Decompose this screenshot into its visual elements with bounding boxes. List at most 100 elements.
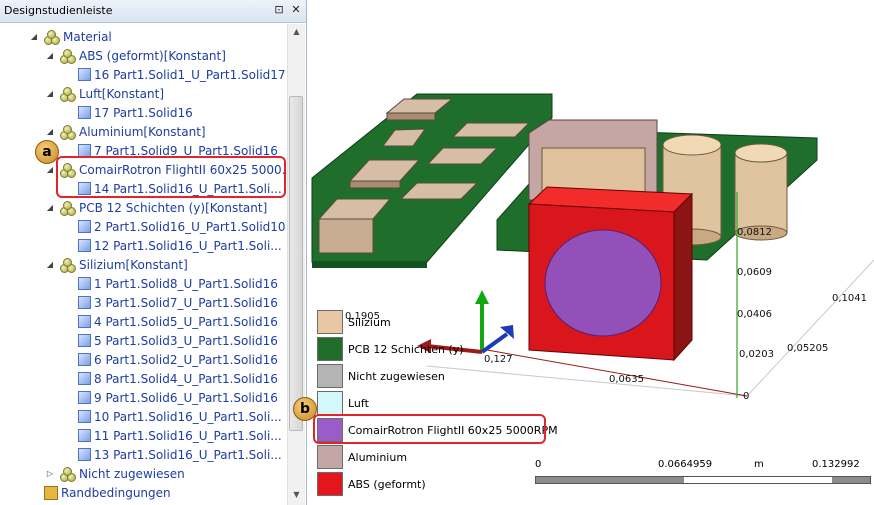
scale-unit: m (754, 459, 764, 470)
tree-label: 5 Part1.Solid3_U_Part1.Solid16 (94, 333, 278, 348)
collapse-icon[interactable]: ◢ (30, 32, 38, 41)
tree-node-solid[interactable]: 4 Part1.Solid5_U_Part1.Solid16 (78, 312, 278, 331)
legend-swatch (317, 391, 343, 415)
expand-icon[interactable]: ▷ (46, 469, 54, 478)
tree-node-material-group[interactable]: ◢ Silizium[Konstant] (46, 255, 188, 274)
scroll-down-icon[interactable]: ▼ (291, 490, 302, 501)
legend-label: Aluminium (348, 450, 408, 464)
legend-item: PCB 12 Schichten (y) (317, 337, 464, 361)
collapse-icon[interactable]: ◢ (46, 203, 54, 212)
tree-node-material-group[interactable]: ◢ Aluminium[Konstant] (46, 122, 206, 141)
legend-label: Luft (348, 396, 369, 410)
tree-label: 9 Part1.Solid6_U_Part1.Solid16 (94, 390, 278, 405)
tree-label: 1 Part1.Solid8_U_Part1.Solid16 (94, 276, 278, 291)
tree-label: 10 Part1.Solid16_U_Part1.Soli... (94, 409, 282, 424)
tree-label: PCB 12 Schichten (y)[Konstant] (79, 200, 268, 215)
pcb-left-edge (312, 262, 427, 268)
tree-node-solid[interactable]: 13 Part1.Solid16_U_Part1.Soli... (78, 445, 282, 464)
collapse-icon[interactable]: ◢ (46, 89, 54, 98)
close-icon[interactable]: ✕ (289, 3, 303, 17)
dimension-label: 0,0406 (737, 309, 772, 320)
scale-label-end: 0.132992 (812, 459, 860, 470)
collapse-icon[interactable]: ◢ (46, 127, 54, 136)
legend-swatch (317, 337, 343, 361)
material-icon (44, 29, 60, 45)
legend-item: Aluminium (317, 445, 407, 469)
x-dimension-line (486, 349, 748, 397)
tree-node-boundary-conditions[interactable]: Randbedingungen (44, 483, 171, 502)
tree-label: 16 Part1.Solid1_U_Part1.Solid17 (94, 67, 286, 82)
solid-icon (78, 220, 91, 233)
dimension-label: 0,0812 (737, 227, 772, 238)
legend-swatch (317, 445, 343, 469)
tree-node-solid[interactable]: 10 Part1.Solid16_U_Part1.Soli... (78, 407, 282, 426)
cylinder-2 (734, 152, 788, 234)
material-icon (60, 86, 76, 102)
callout-b-highlight (313, 414, 546, 444)
material-icon (60, 257, 76, 273)
solid-icon (78, 353, 91, 366)
tree-label: 8 Part1.Solid4_U_Part1.Solid16 (94, 371, 278, 386)
tree-node-material-group[interactable]: ◢ PCB 12 Schichten (y)[Konstant] (46, 198, 267, 217)
solid-icon (78, 68, 91, 81)
legend-item: Luft (317, 391, 369, 415)
vertical-scrollbar[interactable]: ▲ ▼ (287, 24, 305, 505)
legend-label: Nicht zugewiesen (348, 369, 445, 383)
solid-icon (78, 410, 91, 423)
dimension-label: 0,127 (484, 354, 513, 365)
tree-label: 2 Part1.Solid16_U_Part1.Solid10 (94, 219, 286, 234)
tree-node-solid[interactable]: 2 Part1.Solid16_U_Part1.Solid10 (78, 217, 286, 236)
solid-icon (78, 106, 91, 119)
tree-node-solid[interactable]: 17 Part1.Solid16 (78, 103, 193, 122)
tree-node-solid[interactable]: 8 Part1.Solid4_U_Part1.Solid16 (78, 369, 278, 388)
abs-block-side (673, 192, 693, 362)
solid-icon (78, 429, 91, 442)
collapse-icon[interactable]: ◢ (46, 165, 54, 174)
solid-icon (78, 334, 91, 347)
fan-disc (544, 229, 662, 337)
tree-label: Nicht zugewiesen (79, 466, 185, 481)
tree-node-solid[interactable]: 12 Part1.Solid16_U_Part1.Soli... (78, 236, 282, 255)
tree-label: Silizium[Konstant] (79, 257, 188, 272)
collapse-icon[interactable]: ◢ (46, 51, 54, 60)
scrollbar-thumb[interactable] (289, 96, 303, 431)
scroll-up-icon[interactable]: ▲ (291, 27, 302, 38)
scale-label-mid: 0.0664959 (658, 459, 713, 470)
solid-icon (78, 239, 91, 252)
legend-item: Nicht zugewiesen (317, 364, 445, 388)
scale-label-start: 0 (535, 459, 542, 470)
collapse-icon[interactable]: ◢ (46, 260, 54, 269)
tree-label: Randbedingungen (61, 485, 171, 500)
legend-label: PCB 12 Schichten (y) (348, 342, 464, 356)
tree-node-solid[interactable]: 11 Part1.Solid16_U_Part1.Soli... (78, 426, 282, 445)
callout-b-badge: b (293, 397, 317, 421)
material-icon (60, 466, 76, 482)
solid-icon (78, 372, 91, 385)
solid-icon (78, 315, 91, 328)
tree-node-material[interactable]: ◢ Material (30, 27, 112, 46)
solid-icon (78, 277, 91, 290)
tree-node-unassigned[interactable]: ▷ Nicht zugewiesen (46, 464, 185, 483)
tree-node-material-group[interactable]: ◢ Luft[Konstant] (46, 84, 164, 103)
dimension-label: 0,0635 (609, 374, 644, 385)
tree-label: 13 Part1.Solid16_U_Part1.Soli... (94, 447, 282, 462)
legend-item: ABS (geformt) (317, 472, 426, 496)
tree-node-material-group[interactable]: ◢ ABS (geformt)[Konstant] (46, 46, 226, 65)
tree-label: Aluminium[Konstant] (79, 124, 206, 139)
solid-icon (78, 391, 91, 404)
tree-node-solid[interactable]: 9 Part1.Solid6_U_Part1.Solid16 (78, 388, 278, 407)
tree-node-solid[interactable]: 6 Part1.Solid2_U_Part1.Solid16 (78, 350, 278, 369)
tree-node-solid[interactable]: 5 Part1.Solid3_U_Part1.Solid16 (78, 331, 278, 350)
tree-label: 12 Part1.Solid16_U_Part1.Soli... (94, 238, 282, 253)
tree-node-solid[interactable]: 1 Part1.Solid8_U_Part1.Solid16 (78, 274, 278, 293)
tree-node-solid[interactable]: 3 Part1.Solid7_U_Part1.Solid16 (78, 293, 278, 312)
pin-icon[interactable]: ⊡ (272, 3, 286, 17)
tree-label: Material (63, 29, 112, 44)
dimension-label: 0,0203 (739, 349, 774, 360)
material-icon (60, 48, 76, 64)
tree-node-solid[interactable]: 16 Part1.Solid1_U_Part1.Solid17 (78, 65, 286, 84)
callout-a-badge: a (35, 140, 59, 164)
solid-icon (78, 296, 91, 309)
design-study-panel: Designstudienleiste ⊡ ✕ ◢ Material ◢ ABS… (0, 0, 307, 505)
material-icon (60, 200, 76, 216)
